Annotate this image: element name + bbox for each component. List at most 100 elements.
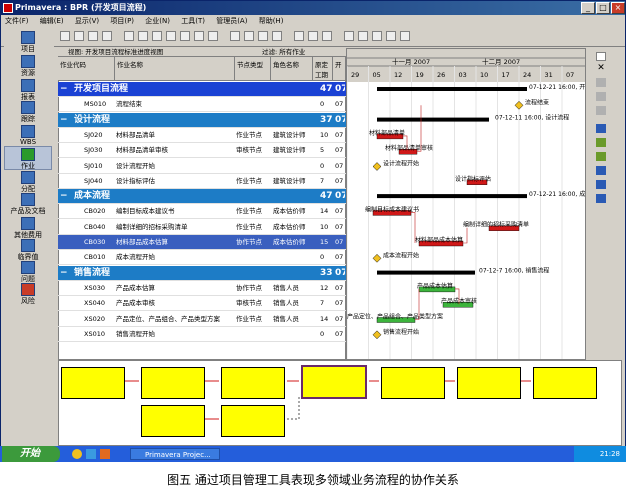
- nav-issues[interactable]: 问题: [4, 260, 52, 284]
- toolbar-button-15[interactable]: [272, 31, 282, 41]
- wbs-group-row[interactable]: − 成本流程 47 07: [58, 189, 346, 205]
- quicklaunch-icon[interactable]: [86, 449, 96, 459]
- toolbar-button-18[interactable]: [344, 31, 354, 41]
- assign-role-icon[interactable]: [596, 152, 606, 161]
- wbs-group-row[interactable]: − 设计流程 37 07: [58, 112, 346, 128]
- grid-icon[interactable]: [596, 194, 606, 203]
- menu-enterprise[interactable]: 企业(N): [145, 15, 170, 27]
- network-node-selected[interactable]: [301, 365, 367, 399]
- zoom-in-icon[interactable]: [372, 31, 382, 41]
- quicklaunch-icon[interactable]: [72, 449, 82, 459]
- toolbar-button-8[interactable]: [166, 31, 176, 41]
- nav-assignments[interactable]: 分配: [4, 170, 52, 194]
- activity-row[interactable]: CB040 编制详细的招标采购清单 作业节点 成本估价师 10 07: [58, 220, 346, 235]
- network-node[interactable]: [221, 367, 285, 399]
- column-header-node-type[interactable]: 节点类型: [235, 57, 271, 81]
- toolbar-button-3[interactable]: [88, 31, 98, 41]
- menu-help[interactable]: 帮助(H): [259, 15, 284, 27]
- nav-expenses[interactable]: 其他费用: [4, 216, 52, 240]
- collapse-icon[interactable]: −: [60, 266, 68, 281]
- lock-icon[interactable]: [596, 124, 606, 133]
- toolbar-button-12[interactable]: [230, 31, 240, 41]
- menu-tools[interactable]: 工具(T): [181, 15, 205, 27]
- wbs-group-row[interactable]: − 开发项目流程 47 07: [58, 82, 346, 97]
- activity-row[interactable]: XS010 销售流程开始 0 07: [58, 327, 346, 342]
- network-node[interactable]: [533, 367, 597, 399]
- menu-file[interactable]: 文件(F): [5, 15, 29, 27]
- menu-edit[interactable]: 编辑(E): [40, 15, 64, 27]
- copy-icon[interactable]: [596, 92, 606, 101]
- toolbar-button-2[interactable]: [74, 31, 84, 41]
- nav-activities[interactable]: 作业: [4, 146, 52, 170]
- activity-row[interactable]: XS030 产品成本估算 协作节点 销售人员 12 07: [58, 281, 346, 296]
- filter-icon[interactable]: [294, 31, 304, 41]
- column-header-duration[interactable]: 原定工期: [313, 57, 333, 81]
- nav-work-products[interactable]: 产品及文档: [4, 192, 52, 216]
- toolbar-button-14[interactable]: [258, 31, 268, 41]
- column-header-start[interactable]: 开: [333, 57, 346, 81]
- minimize-button[interactable]: _: [581, 2, 595, 14]
- taskbar-app-button[interactable]: Primavera Projec...: [130, 448, 220, 460]
- menu-project[interactable]: 项目(P): [110, 15, 134, 27]
- network-node[interactable]: [141, 367, 205, 399]
- nav-thresholds[interactable]: 临界值: [4, 238, 52, 262]
- network-node[interactable]: [457, 367, 521, 399]
- network-node[interactable]: [141, 405, 205, 437]
- toolbar-button-16[interactable]: [308, 31, 318, 41]
- day-label: 24: [523, 71, 531, 79]
- activity-row[interactable]: CB020 编制目标成本建议书 作业节点 成本估价师 14 07: [58, 204, 346, 220]
- activity-row[interactable]: CB010 成本流程开始 0 07: [58, 250, 346, 266]
- menu-view[interactable]: 显示(V): [75, 15, 99, 27]
- zoom-out-icon[interactable]: [386, 31, 396, 41]
- nav-tracking[interactable]: 跟踪: [4, 100, 52, 124]
- toolbar-button-9[interactable]: [180, 31, 190, 41]
- toolbar-button-19[interactable]: [358, 31, 368, 41]
- collapse-icon[interactable]: −: [60, 82, 68, 97]
- activity-row[interactable]: SJ020 材料部品清单 作业节点 建筑设计师 10 07: [58, 128, 346, 143]
- activity-row[interactable]: MS010 流程结束 0 07: [58, 97, 346, 113]
- activity-row[interactable]: SJ040 设计指标评估 作业节点 建筑设计师 7 07: [58, 174, 346, 189]
- quicklaunch-icon[interactable]: [100, 449, 110, 459]
- activity-row[interactable]: SJ030 材料部品清单审核 审核节点 建筑设计师 5 07: [58, 143, 346, 159]
- activity-row[interactable]: XS040 产品成本审核 审核节点 销售人员 7 07: [58, 296, 346, 312]
- zoom-fit-icon[interactable]: [400, 31, 410, 41]
- toolbar-button-11[interactable]: [208, 31, 218, 41]
- start-button[interactable]: 开始: [2, 446, 60, 462]
- nav-projects[interactable]: 项目: [4, 30, 52, 54]
- link-icon[interactable]: [596, 166, 606, 175]
- nav-reports[interactable]: 报表: [4, 78, 52, 102]
- activity-row[interactable]: SJ010 设计流程开始 0 07: [58, 159, 346, 174]
- wbs-group-row[interactable]: − 销售流程 33 07: [58, 265, 346, 281]
- nav-wbs[interactable]: WBS: [4, 124, 52, 148]
- toolbar-button-6[interactable]: [138, 31, 148, 41]
- delete-icon[interactable]: ✕: [596, 64, 606, 73]
- nav-risks[interactable]: 风险: [4, 282, 52, 306]
- paste-icon[interactable]: [596, 106, 606, 115]
- collapse-icon[interactable]: −: [60, 113, 68, 128]
- close-button[interactable]: ×: [611, 2, 625, 14]
- column-header-code[interactable]: 作业代码: [58, 57, 115, 81]
- column-header-name[interactable]: 作业名称: [115, 57, 235, 81]
- toolbar-button-10[interactable]: [194, 31, 204, 41]
- toolbar-button-4[interactable]: [102, 31, 112, 41]
- toolbar-button-5[interactable]: [124, 31, 134, 41]
- cut-icon[interactable]: [596, 78, 606, 87]
- menu-admin[interactable]: 管理员(A): [216, 15, 247, 27]
- activity-row[interactable]: XS020 产品定位、产品组合、产品类型方案 作业节点 销售人员 14 07: [58, 312, 346, 327]
- layout-icon[interactable]: [596, 180, 606, 189]
- column-header-role[interactable]: 角色名称: [271, 57, 313, 81]
- toolbar-button-7[interactable]: [152, 31, 162, 41]
- new-document-icon[interactable]: [596, 52, 606, 61]
- assign-icon[interactable]: [596, 138, 606, 147]
- toolbar-button-13[interactable]: [244, 31, 254, 41]
- toolbar-button-17[interactable]: [322, 31, 332, 41]
- network-node[interactable]: [381, 367, 445, 399]
- nav-resources[interactable]: 资源: [4, 54, 52, 78]
- toolbar-button-1[interactable]: [60, 31, 70, 41]
- network-node[interactable]: [221, 405, 285, 437]
- activity-row[interactable]: CB030 材料部品成本估算 协作节点 成本估价师 15 07: [58, 235, 346, 250]
- network-node[interactable]: [61, 367, 125, 399]
- collapse-icon[interactable]: −: [60, 189, 68, 204]
- maximize-button[interactable]: □: [596, 2, 610, 14]
- duration: 0: [320, 100, 325, 109]
